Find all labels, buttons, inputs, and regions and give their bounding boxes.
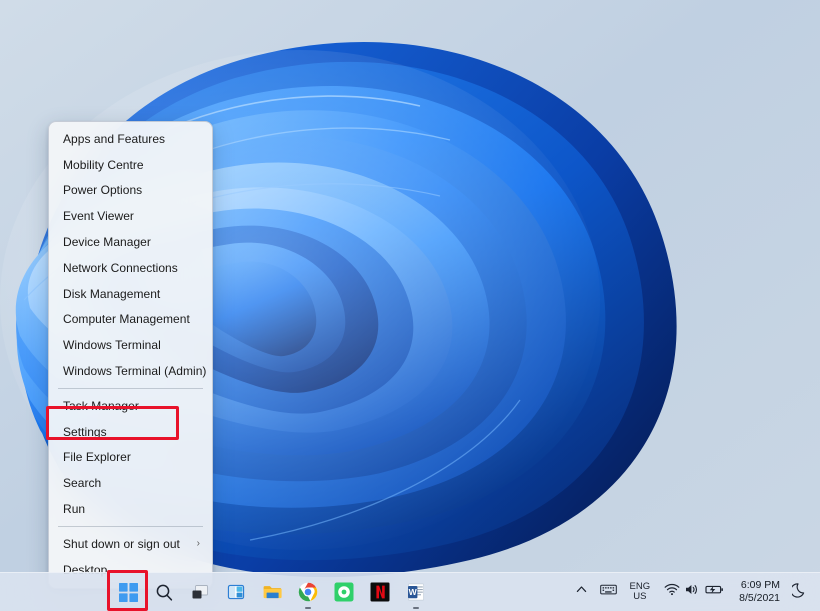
menu-item-label: Apps and Features xyxy=(63,132,202,146)
menu-item-label: Search xyxy=(63,476,202,490)
menu-item-computer-management[interactable]: Computer Management xyxy=(49,307,212,333)
word-button[interactable]: W xyxy=(398,574,434,610)
menu-item-label: Computer Management xyxy=(63,312,202,326)
task-view-button[interactable] xyxy=(182,574,218,610)
file-explorer-button[interactable] xyxy=(254,574,290,610)
menu-separator xyxy=(58,526,203,527)
menu-item-network-connections[interactable]: Network Connections xyxy=(49,255,212,281)
battery-charging-icon xyxy=(705,583,724,601)
widgets-icon xyxy=(226,582,246,602)
search-icon xyxy=(155,583,174,602)
menu-item-device-manager[interactable]: Device Manager xyxy=(49,229,212,255)
menu-item-shut-down-or-sign-out[interactable]: Shut down or sign out › xyxy=(49,531,212,557)
menu-item-label: Run xyxy=(63,502,202,516)
search-button[interactable] xyxy=(146,574,182,610)
menu-item-label: Device Manager xyxy=(63,235,202,249)
win-x-quick-link-menu[interactable]: Apps and Features Mobility Centre Power … xyxy=(48,121,213,589)
system-tray: ENG US xyxy=(569,573,814,611)
menu-item-search[interactable]: Search xyxy=(49,470,212,496)
netflix-icon xyxy=(370,582,390,602)
menu-item-label: Settings xyxy=(63,425,202,439)
desktop: Apps and Features Mobility Centre Power … xyxy=(0,0,820,611)
chevron-right-icon: › xyxy=(197,539,202,549)
menu-item-label: Mobility Centre xyxy=(63,158,202,172)
chrome-button[interactable] xyxy=(290,574,326,610)
menu-item-label: Task Manager xyxy=(63,399,202,413)
menu-item-label: Shut down or sign out xyxy=(63,537,197,551)
menu-item-settings[interactable]: Settings xyxy=(49,419,212,445)
menu-item-label: Network Connections xyxy=(63,261,202,275)
language-line-2: US xyxy=(633,592,646,602)
ime-keyboard-button[interactable] xyxy=(594,575,623,609)
notification-center-button[interactable] xyxy=(786,575,814,609)
menu-item-task-manager[interactable]: Task Manager xyxy=(49,393,212,419)
menu-separator xyxy=(58,388,203,389)
svg-text:W: W xyxy=(409,587,418,597)
quick-settings-button[interactable] xyxy=(657,575,731,609)
menu-item-windows-terminal[interactable]: Windows Terminal xyxy=(49,332,212,358)
menu-item-run[interactable]: Run xyxy=(49,496,212,522)
menu-item-label: Windows Terminal (Admin) xyxy=(63,364,206,378)
menu-item-power-options[interactable]: Power Options xyxy=(49,178,212,204)
chevron-up-icon xyxy=(575,583,588,601)
clock-button[interactable]: 6:09 PM 8/5/2021 xyxy=(731,575,786,609)
running-indicator xyxy=(305,607,311,610)
taskbar[interactable]: W xyxy=(0,572,820,611)
menu-item-windows-terminal-admin[interactable]: Windows Terminal (Admin) xyxy=(49,358,212,384)
menu-item-label: Event Viewer xyxy=(63,209,202,223)
tray-overflow-button[interactable] xyxy=(569,575,594,609)
chrome-icon xyxy=(298,582,318,602)
green-circle-app-icon xyxy=(334,582,354,602)
keyboard-icon xyxy=(600,583,617,601)
task-view-icon xyxy=(190,582,210,602)
word-icon: W xyxy=(406,582,426,602)
menu-item-label: Disk Management xyxy=(63,287,202,301)
menu-item-apps-and-features[interactable]: Apps and Features xyxy=(49,126,212,152)
menu-item-mobility-centre[interactable]: Mobility Centre xyxy=(49,152,212,178)
running-indicator xyxy=(413,607,419,610)
clock-date: 8/5/2021 xyxy=(739,592,780,605)
menu-item-label: File Explorer xyxy=(63,450,202,464)
spotify-button[interactable] xyxy=(326,574,362,610)
clock-time: 6:09 PM xyxy=(741,579,780,592)
netflix-button[interactable] xyxy=(362,574,398,610)
widgets-button[interactable] xyxy=(218,574,254,610)
speaker-icon xyxy=(685,583,700,601)
menu-item-disk-management[interactable]: Disk Management xyxy=(49,281,212,307)
menu-item-label: Power Options xyxy=(63,183,202,197)
taskbar-app-group: W xyxy=(110,573,434,611)
wifi-icon xyxy=(664,583,680,601)
folder-icon xyxy=(262,582,283,602)
menu-item-label: Windows Terminal xyxy=(63,338,202,352)
language-indicator[interactable]: ENG US xyxy=(623,575,658,609)
windows-logo-icon xyxy=(119,583,138,602)
menu-item-file-explorer[interactable]: File Explorer xyxy=(49,445,212,471)
menu-item-event-viewer[interactable]: Event Viewer xyxy=(49,203,212,229)
moon-do-not-disturb-icon xyxy=(792,582,808,603)
start-button[interactable] xyxy=(110,574,146,610)
